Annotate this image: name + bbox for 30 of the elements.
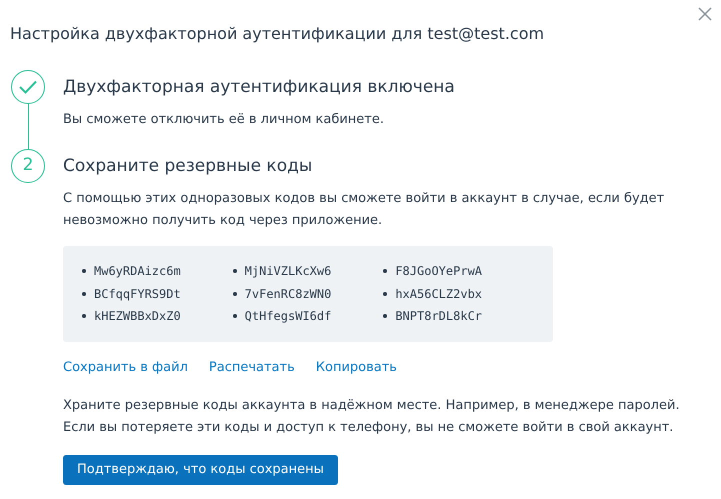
action-link[interactable]: Копировать (316, 358, 397, 377)
backup-code: F8JGoOYePrwA (395, 263, 482, 280)
bullet-icon (383, 314, 388, 318)
bullet-icon (82, 269, 86, 274)
step-heading: Сохраните резервные коды (63, 155, 314, 178)
backup-code: QtHfegsWI6df (244, 308, 332, 326)
bullet-icon (383, 269, 388, 274)
bullet-icon (383, 292, 388, 296)
step-heading: Двухфакторная аутентификация включена (63, 76, 456, 99)
action-link[interactable]: Сохранить в файл (63, 358, 188, 377)
bullet-icon (82, 292, 86, 296)
bullet-icon (232, 314, 237, 318)
dialog-title: Настройка двухфакторной аутентификации для test@test.com (10, 23, 544, 45)
storage-note: Храните резервные коды аккаунта в надёжном месте. Например, в менеджере паролей. Если вы потеряете эти коды и доступ к телефону, вы не сможете войти в свой аккаунт. (63, 397, 681, 437)
backup-code: BCfqqFYRS9Dt (94, 286, 181, 303)
bullet-icon (82, 314, 86, 318)
backup-code: hxA56CLZ2vbx (395, 286, 482, 303)
backup-code: BNPT8rDL8kCr (395, 308, 482, 326)
backup-code: 7vFenRC8zWN0 (244, 286, 332, 303)
backup-code: Mw6yRDAizc6m (94, 263, 181, 280)
backup-code: kHEZWBBxDxZ0 (94, 308, 181, 326)
step-number: 2 (11, 149, 45, 183)
step-description: Вы сможете отключить её в личном кабинете. (63, 111, 386, 129)
bullet-icon (232, 269, 237, 274)
action-link[interactable]: Распечатать (208, 358, 295, 377)
close-button[interactable] (697, 6, 713, 22)
bullet-icon (232, 292, 237, 296)
step-description: С помощью этих одноразовых кодов вы сможете войти в аккаунт в случае, если будет невозможно получить код через приложение. (63, 190, 666, 230)
confirm-button[interactable]: Подтверждаю, что коды сохранены (63, 455, 338, 485)
backup-code: MjNiVZLKcXw6 (244, 263, 332, 280)
